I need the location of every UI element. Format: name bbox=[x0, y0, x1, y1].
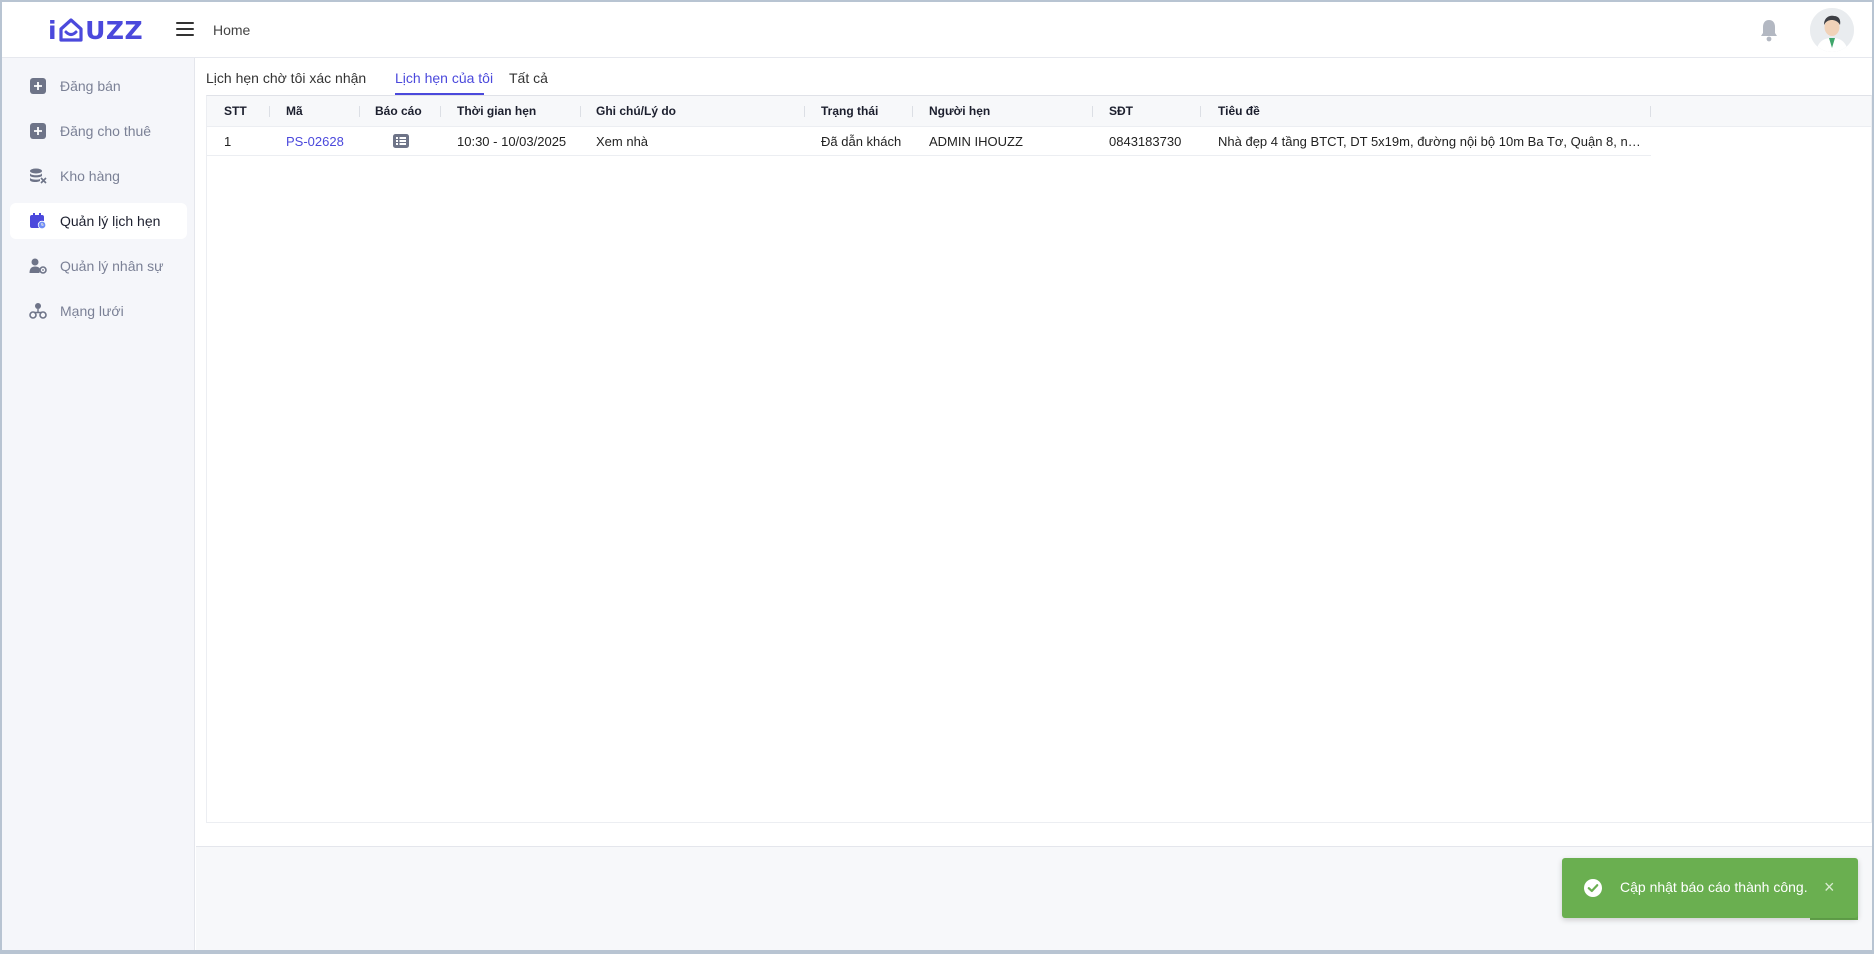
sidebar-item-quan-ly-nhan-su[interactable]: Quản lý nhân sự bbox=[10, 248, 187, 284]
logo-text-left: i bbox=[48, 15, 58, 45]
appointment-tabs: Lịch hẹn chờ tôi xác nhận Lịch hẹn của t… bbox=[206, 58, 1806, 96]
app-window: i UZZ Home Đăng bán Đăng cho thuê Kho hà… bbox=[2, 2, 1872, 950]
column-header-ghi-chu[interactable]: Ghi chú/Lý do bbox=[596, 104, 676, 118]
sidebar-item-label: Kho hàng bbox=[60, 168, 120, 184]
table-header: STT Mã Báo cáo Thời gian hẹn Ghi chú/Lý … bbox=[207, 96, 1871, 127]
main-content: Lịch hẹn chờ tôi xác nhận Lịch hẹn của t… bbox=[196, 58, 1872, 846]
cell-thoi-gian-hen: 10:30 - 10/03/2025 bbox=[457, 134, 567, 149]
toast-message: Cập nhật báo cáo thành công. bbox=[1620, 879, 1808, 895]
column-header-stt[interactable]: STT bbox=[224, 104, 247, 118]
sidebar-item-label: Đăng cho thuê bbox=[60, 123, 152, 139]
calendar-clock-icon bbox=[30, 213, 47, 230]
top-header: i UZZ Home bbox=[2, 2, 1872, 58]
success-toast: Cập nhật báo cáo thành công. × bbox=[1562, 858, 1858, 918]
column-header-tieu-de[interactable]: Tiêu đề bbox=[1218, 104, 1260, 118]
sidebar-item-dang-ban[interactable]: Đăng bán bbox=[10, 68, 187, 104]
column-header-trang-thai[interactable]: Trạng thái bbox=[821, 104, 878, 118]
sidebar-item-label: Quản lý nhân sự bbox=[60, 258, 164, 274]
sidebar-item-quan-ly-lich-hen[interactable]: Quản lý lịch hẹn bbox=[10, 203, 187, 239]
column-header-bao-cao[interactable]: Báo cáo bbox=[375, 104, 422, 118]
cell-ma-link[interactable]: PS-02628 bbox=[286, 134, 344, 149]
network-icon bbox=[29, 303, 47, 319]
sidebar-item-label: Quản lý lịch hẹn bbox=[60, 213, 161, 229]
table-row[interactable]: 1 PS-02628 10:30 - 10/03/2025 Xem nhà Đã… bbox=[207, 127, 1651, 156]
tab-cho-toi-xac-nhan[interactable]: Lịch hẹn chờ tôi xác nhận bbox=[206, 70, 366, 86]
appointments-table: STT Mã Báo cáo Thời gian hẹn Ghi chú/Lý … bbox=[206, 95, 1872, 823]
breadcrumb[interactable]: Home bbox=[213, 22, 250, 38]
cell-nguoi-hen: ADMIN IHOUZZ bbox=[929, 134, 1023, 149]
plus-square-icon bbox=[30, 78, 46, 94]
cell-trang-thai: Đã dẫn khách bbox=[821, 134, 902, 149]
cell-tieu-de: Nhà đẹp 4 tầng BTCT, DT 5x19m, đường nội… bbox=[1218, 134, 1643, 149]
tab-tat-ca[interactable]: Tất cả bbox=[509, 70, 548, 86]
user-avatar[interactable] bbox=[1810, 8, 1854, 52]
logo-house-icon bbox=[59, 18, 83, 42]
cell-ghi-chu: Xem nhà bbox=[596, 134, 649, 149]
sidebar-item-label: Đăng bán bbox=[60, 78, 121, 94]
sidebar-item-label: Mạng lưới bbox=[60, 303, 124, 319]
column-header-nguoi-hen[interactable]: Người hẹn bbox=[929, 104, 990, 118]
tab-lich-hen-cua-toi[interactable]: Lịch hẹn của tôi bbox=[395, 70, 493, 86]
avatar-person-icon bbox=[1810, 8, 1854, 52]
user-gear-icon bbox=[29, 258, 47, 274]
check-circle-icon bbox=[1584, 879, 1602, 897]
hamburger-menu-icon[interactable] bbox=[176, 22, 194, 38]
column-header-ma[interactable]: Mã bbox=[286, 104, 303, 118]
database-icon bbox=[30, 168, 47, 184]
bell-icon[interactable] bbox=[1758, 18, 1780, 42]
sidebar-item-mang-luoi[interactable]: Mạng lưới bbox=[10, 293, 187, 329]
column-header-thoi-gian-hen[interactable]: Thời gian hẹn bbox=[457, 104, 536, 118]
plus-square-icon bbox=[30, 123, 46, 139]
sidebar: Đăng bán Đăng cho thuê Kho hàng Quản lý … bbox=[2, 58, 195, 950]
cell-stt: 1 bbox=[224, 134, 232, 149]
close-icon[interactable]: × bbox=[1824, 878, 1835, 896]
cell-sdt: 0843183730 bbox=[1109, 134, 1182, 149]
column-header-sdt[interactable]: SĐT bbox=[1109, 104, 1133, 118]
report-list-icon[interactable] bbox=[393, 134, 409, 148]
sidebar-item-kho-hang[interactable]: Kho hàng bbox=[10, 158, 187, 194]
logo-text-right: UZZ bbox=[85, 15, 144, 45]
sidebar-item-dang-cho-thue[interactable]: Đăng cho thuê bbox=[10, 113, 187, 149]
ihouzz-logo[interactable]: i UZZ bbox=[48, 14, 143, 46]
